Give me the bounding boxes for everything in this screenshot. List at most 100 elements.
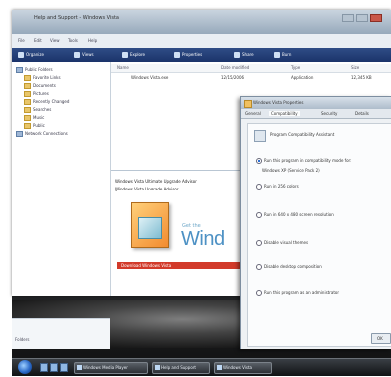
menu-tools[interactable]: Tools [68, 38, 78, 43]
maximize-button[interactable] [356, 14, 368, 22]
nav-item-documents[interactable]: Documents [24, 82, 56, 89]
menu-help[interactable]: Help [88, 38, 97, 43]
start-orb-icon[interactable] [18, 360, 32, 374]
nav-label: Public [33, 123, 45, 128]
taskbar: Windows Media Player Help and Support Wi… [12, 358, 391, 376]
checkbox-icon [256, 184, 262, 190]
taskbar-item-media-player[interactable]: Windows Media Player [74, 362, 148, 374]
option-compat-mode[interactable]: Run this program in compatibility mode f… [256, 158, 351, 164]
organize-label: Organize [26, 52, 44, 57]
properties-button[interactable]: Properties [174, 51, 202, 59]
nav-label: Pictures [33, 91, 49, 96]
dialog-tabs: General Compatibility Security Details [241, 109, 391, 119]
burn-button[interactable]: Burn [274, 51, 291, 59]
views-button[interactable]: Views [74, 51, 94, 59]
nav-item-network-connections[interactable]: Network Connections [16, 130, 68, 137]
tab-compatibility[interactable]: Compatibility [269, 111, 300, 116]
product-box-image [131, 202, 169, 248]
taskbar-item-label: Windows Vista [223, 365, 252, 370]
option-label: Run this program as an administrator [264, 290, 339, 295]
option-label: Run in 640 x 480 screen resolution [264, 212, 334, 217]
menu-file[interactable]: File [18, 38, 25, 43]
organize-button[interactable]: Organize [18, 51, 44, 59]
option-label: Disable desktop composition [264, 264, 322, 269]
menu-view[interactable]: View [50, 38, 60, 43]
column-size[interactable]: Size [351, 65, 359, 70]
nav-item-music[interactable]: Music [24, 114, 44, 121]
explorer-title: Help and Support - Windows Vista [34, 15, 119, 21]
nav-item-recently-changed[interactable]: Recently Changed [24, 98, 69, 105]
nav-label: Network Connections [25, 131, 68, 136]
file-date: 12/15/2006 [221, 75, 245, 80]
nav-label: Public Folders [25, 67, 53, 72]
dialog-body: Program Compatibility Assistant Run this… [247, 123, 391, 347]
option-256-colors[interactable]: Run in 256 colors [256, 184, 299, 190]
promo-headline: Wind [181, 228, 225, 250]
quicklaunch-media-icon[interactable] [60, 363, 68, 372]
checkbox-icon [256, 158, 262, 164]
option-640x480[interactable]: Run in 640 x 480 screen resolution [256, 212, 334, 218]
folder-icon [24, 107, 31, 113]
promo-panel: Get the Wind Download Windows Vista [117, 190, 259, 286]
column-name[interactable]: Name [117, 65, 129, 70]
explore-icon [122, 52, 128, 58]
organize-icon [18, 52, 24, 58]
menu-edit[interactable]: Edit [34, 38, 42, 43]
dialog-app-icon [244, 100, 252, 108]
network-icon [16, 131, 23, 137]
file-list-header: Name Date modified Type Size [111, 64, 391, 73]
checkbox-icon [256, 212, 262, 218]
nav-item-public[interactable]: Public [24, 122, 45, 129]
option-disable-themes[interactable]: Disable visual themes [256, 240, 308, 246]
option-os-select[interactable]: Windows XP (Service Pack 2) [262, 168, 320, 173]
nav-label: Music [33, 115, 45, 120]
menubar: File Edit View Tools Help [12, 34, 391, 48]
checkbox-icon [256, 264, 262, 270]
quicklaunch-ie-icon[interactable] [50, 363, 58, 372]
column-date-modified[interactable]: Date modified [221, 65, 249, 70]
nav-label: Searches [33, 107, 52, 112]
window-icon [217, 365, 222, 370]
nav-item-searches[interactable]: Searches [24, 106, 51, 113]
option-run-as-admin[interactable]: Run this program as an administrator [256, 290, 339, 296]
option-disable-composition[interactable]: Disable desktop composition [256, 264, 322, 270]
checkbox-icon [256, 290, 262, 296]
computer-icon [16, 67, 23, 73]
ok-label: OK [377, 336, 383, 341]
column-type[interactable]: Type [291, 65, 300, 70]
properties-dialog: Windows Vista Properties General Compati… [240, 96, 391, 349]
nav-item-favorite-links[interactable]: Favorite Links [24, 74, 61, 81]
views-label: Views [82, 52, 94, 57]
burn-label: Burn [282, 52, 292, 57]
explore-button[interactable]: Explore [122, 51, 145, 59]
help-icon [155, 365, 160, 370]
folder-icon [24, 115, 31, 121]
share-icon [234, 52, 240, 58]
ok-button[interactable]: OK [371, 333, 391, 344]
nav-item-pictures[interactable]: Pictures [24, 90, 49, 97]
minimize-button[interactable] [342, 14, 354, 22]
promo-download-bar[interactable]: Download Windows Vista [117, 262, 259, 269]
file-size: 12,345 KB [351, 75, 372, 80]
option-label: Run in 256 colors [264, 184, 299, 189]
taskbar-item-windows-vista[interactable]: Windows Vista [214, 362, 272, 374]
close-button[interactable] [370, 14, 382, 22]
command-toolbar: Organize Views Explore Properties Share … [12, 48, 391, 62]
nav-item-public-folders[interactable]: Public Folders [16, 66, 53, 73]
tab-general[interactable]: General [245, 111, 261, 116]
file-row[interactable]: Windows Vista.exe 12/15/2006 Application… [111, 74, 391, 81]
folder-icon [24, 123, 31, 129]
dialog-titlebar[interactable]: Windows Vista Properties [241, 97, 391, 109]
promo-bar-label: Download Windows Vista [121, 263, 172, 268]
burn-icon [274, 52, 280, 58]
explorer-titlebar[interactable]: Help and Support - Windows Vista [12, 10, 391, 34]
folders-bar[interactable]: Folders [12, 318, 110, 349]
share-button[interactable]: Share [234, 51, 254, 59]
tab-security[interactable]: Security [321, 111, 337, 116]
screen: Help and Support - Windows Vista File Ed… [0, 0, 391, 377]
tab-details[interactable]: Details [355, 111, 369, 116]
file-type: Application [291, 75, 314, 80]
option-label: Disable visual themes [264, 240, 309, 245]
quicklaunch-desktop-icon[interactable] [40, 363, 48, 372]
taskbar-item-help[interactable]: Help and Support [152, 362, 210, 374]
